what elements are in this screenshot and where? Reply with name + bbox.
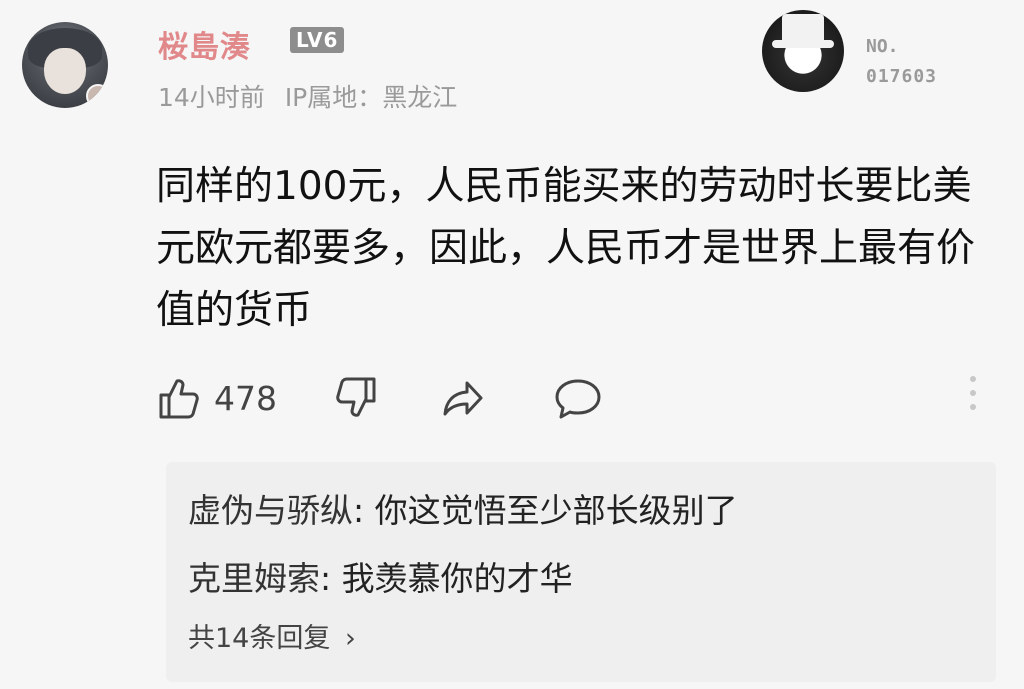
username[interactable]: 桜島湊 <box>158 22 251 66</box>
avatar-badge-icon <box>86 84 108 108</box>
dislike-button[interactable] <box>333 375 379 421</box>
comment-actions: 478 <box>156 370 643 426</box>
reply-text: 我羡慕你的才华 <box>341 559 573 598</box>
badge-hat-brim <box>772 40 834 48</box>
reply-item[interactable]: 虚伪与骄纵: 你这觉悟至少部长级别了 <box>188 484 738 532</box>
post-time: 14小时前 <box>158 83 265 112</box>
fan-badge-number: 017603 <box>866 66 938 87</box>
reply-button[interactable] <box>553 375 603 421</box>
reply-text: 你这觉悟至少部长级别了 <box>374 491 738 530</box>
more-icon[interactable] <box>968 376 978 416</box>
level-badge: LV6 <box>290 27 345 53</box>
reply-item[interactable]: 克里姆索: 我羡慕你的才华 <box>188 552 573 600</box>
reply-author[interactable]: 克里姆索 <box>188 559 320 598</box>
thumbs-down-icon <box>336 377 376 417</box>
reply-total-label: 共14条回复 <box>188 623 331 654</box>
share-button[interactable] <box>439 375 487 421</box>
avatar-face <box>44 48 86 94</box>
share-icon <box>443 381 483 416</box>
like-count: 478 <box>214 378 277 418</box>
post-meta: 14小时前 IP属地：黑龙江 <box>158 78 457 114</box>
view-all-replies-link[interactable]: 共14条回复 › <box>188 616 356 655</box>
fan-badge-no-label: NO. <box>866 36 899 57</box>
replies-box: 虚伪与骄纵: 你这觉悟至少部长级别了 克里姆索: 我羡慕你的才华 共14条回复 … <box>166 462 996 682</box>
reply-author[interactable]: 虚伪与骄纵 <box>188 491 353 530</box>
thumbs-up-icon <box>159 379 199 419</box>
fan-badge-avatar[interactable] <box>762 10 844 92</box>
more-dot <box>970 404 976 410</box>
comment-icon <box>555 379 601 419</box>
comment-text: 同样的100元，人民币能买来的劳动时长要比美元欧元都要多，因此，人民币才是世界上… <box>156 164 976 333</box>
more-dot <box>970 390 976 396</box>
user-avatar[interactable] <box>22 22 108 108</box>
reply-colon: : <box>353 491 375 530</box>
chevron-right-icon: › <box>344 623 356 654</box>
like-button[interactable]: 478 <box>156 375 277 421</box>
reply-colon: : <box>320 559 342 598</box>
more-dot <box>970 376 976 382</box>
ip-location: IP属地：黑龙江 <box>284 83 458 112</box>
